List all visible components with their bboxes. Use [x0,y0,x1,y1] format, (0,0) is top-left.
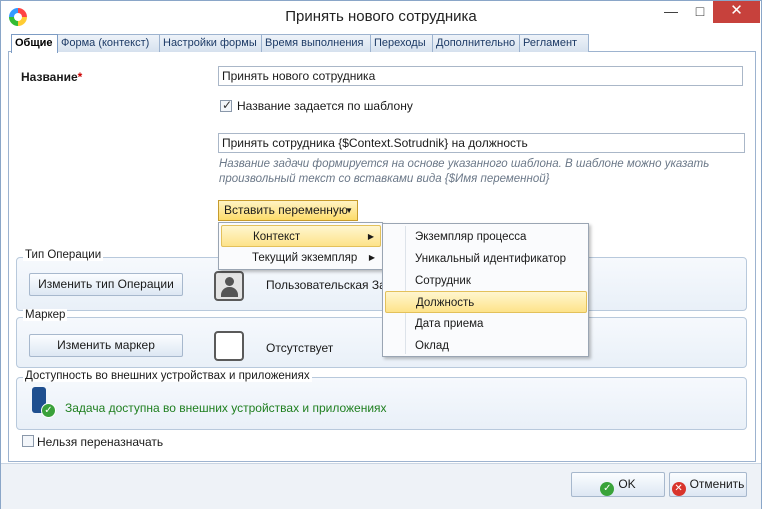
minimize-button[interactable]: — [657,1,685,23]
insert-variable-menu: Контекст ▶ Текущий экземпляр ▶ [218,222,383,270]
check-badge-icon: ✓ [41,403,56,418]
name-label: Название* [21,70,83,84]
submenu-item[interactable]: Сотрудник [385,270,587,292]
name-input[interactable]: Принять нового сотрудника [218,66,743,86]
change-operation-type-button[interactable]: Изменить тип Операции [29,273,183,296]
submenu-item-label: Сотрудник [415,275,471,287]
dialog-window: Принять нового сотрудника — □ ✕ Общие Фо… [0,0,762,509]
user-task-icon [214,271,244,301]
required-mark: * [77,70,83,84]
maximize-button[interactable]: □ [686,1,714,23]
context-submenu: Экземпляр процесса Уникальный идентифика… [382,223,589,357]
submenu-item-label: Экземпляр процесса [415,231,527,243]
template-checkbox[interactable] [220,98,232,112]
menu-item-current-instance[interactable]: Текущий экземпляр ▶ [221,247,381,269]
title-bar: Принять нового сотрудника — □ ✕ [1,1,761,33]
ok-button[interactable]: ✓ OK [571,472,665,497]
no-reassign-checkbox[interactable] [22,435,34,447]
tab-form-context[interactable]: Форма (контекст) [57,34,160,52]
operation-type-value: Пользовательская Задача [266,278,384,292]
submenu-item-label: Должность [416,297,475,309]
submenu-item[interactable]: Дата приема [385,313,587,335]
tab-strip: Общие Форма (контекст) Настройки формы В… [8,34,756,53]
tab-transitions[interactable]: Переходы [370,34,433,52]
submenu-item-label: Оклад [415,340,449,352]
tab-additional[interactable]: Дополнительно [432,34,520,52]
ok-check-icon: ✓ [600,482,615,496]
change-marker-button[interactable]: Изменить маркер [29,334,183,357]
template-hint: Название задачи формируется на основе ук… [219,158,710,185]
template-checkbox-label: Название задается по шаблону [237,99,413,113]
submenu-item-position[interactable]: Должность [385,291,587,313]
dialog-footer: ✓ OK ✕ Отменить [1,463,761,509]
cancel-label: Отменить [689,477,745,491]
cancel-x-icon: ✕ [671,482,686,496]
ok-label: OK [618,477,636,491]
tab-general[interactable]: Общие [11,34,58,53]
submenu-item[interactable]: Уникальный идентификатор [385,248,587,270]
marker-title: Маркер [23,309,68,321]
availability-status: Задача доступна во внешних устройствах и… [65,401,387,415]
submenu-item-label: Уникальный идентификатор [415,253,566,265]
tab-form-settings[interactable]: Настройки формы [159,34,262,52]
close-button[interactable]: ✕ [713,1,760,23]
tab-regulation[interactable]: Регламент [519,34,589,52]
menu-item-context-label: Контекст [253,231,301,243]
marker-value: Отсутствует [266,341,334,355]
chevron-right-icon: ▶ [368,253,375,262]
tab-execution-time[interactable]: Время выполнения [261,34,371,52]
availability-title: Доступность во внешних устройствах и при… [23,370,312,382]
window-title: Принять нового сотрудника [285,8,477,25]
no-reassign-label: Нельзя переназначать [37,435,164,449]
chevron-down-icon: ▼ [345,206,353,215]
menu-item-context[interactable]: Контекст ▶ [221,225,381,247]
operation-type-title: Тип Операции [23,249,104,261]
chevron-right-icon: ▶ [367,232,374,241]
submenu-item[interactable]: Экземпляр процесса [385,226,587,248]
empty-marker-icon [214,331,244,361]
menu-item-current-instance-label: Текущий экземпляр [252,252,358,264]
cancel-button[interactable]: ✕ Отменить [669,472,747,497]
template-input[interactable]: Принять сотрудника {$Context.Sotrudnik} … [218,133,745,153]
submenu-item-label: Дата приема [415,318,484,330]
insert-variable-label: Вставить переменную [224,203,348,217]
submenu-item[interactable]: Оклад [385,335,587,357]
insert-variable-dropdown[interactable]: Вставить переменную ▼ [218,200,358,221]
